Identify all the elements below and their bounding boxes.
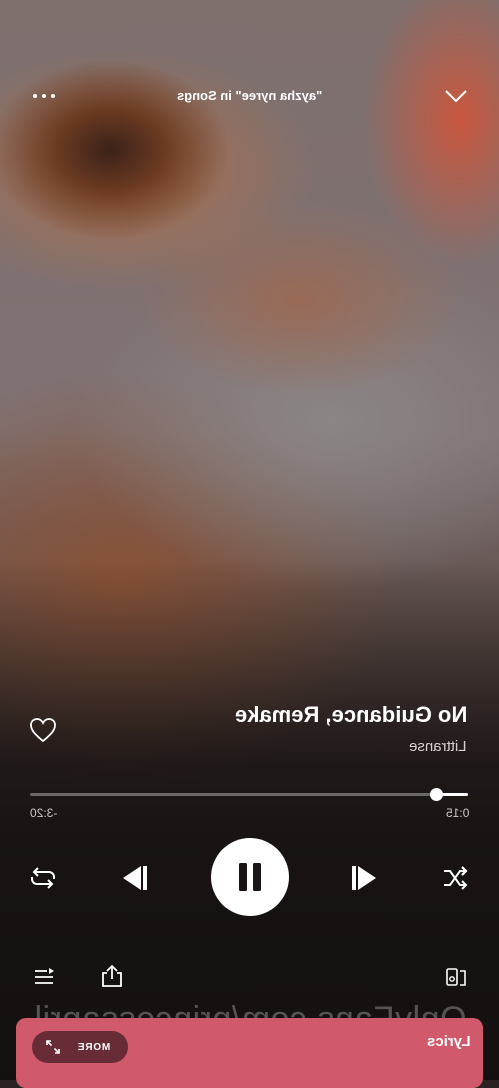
playing-context-title: "ayzha nyree" in Songs (176, 88, 323, 103)
more-label: MORE (76, 1041, 110, 1053)
share-icon (102, 964, 122, 987)
pause-button[interactable] (211, 838, 289, 916)
progress-bar[interactable] (30, 788, 468, 801)
heart-icon (30, 718, 56, 743)
pause-icon (239, 863, 261, 891)
connect-device-icon (446, 968, 466, 986)
elapsed-time: 0:15 (445, 806, 469, 820)
next-icon (352, 866, 376, 890)
connect-device-button[interactable] (442, 964, 470, 990)
queue-button[interactable] (30, 964, 58, 990)
remaining-time: -3:20 (30, 806, 58, 820)
chevron-down-icon (445, 90, 467, 103)
song-title: No Guidance, Remake (234, 702, 467, 727)
artist-name[interactable]: Littranse (409, 738, 467, 755)
previous-icon (123, 866, 147, 890)
like-button[interactable] (26, 714, 60, 746)
previous-button[interactable] (112, 857, 156, 899)
lyrics-more-button[interactable]: MORE (32, 1031, 128, 1063)
shuffle-icon (444, 866, 468, 890)
collapse-button[interactable] (440, 82, 472, 110)
queue-icon (35, 968, 54, 984)
shuffle-button[interactable] (438, 862, 472, 894)
next-button[interactable] (343, 857, 387, 899)
repeat-button[interactable] (26, 862, 60, 894)
repeat-icon (31, 867, 55, 889)
lyrics-title: Lyrics (427, 1033, 471, 1050)
expand-icon (46, 1040, 60, 1054)
share-button[interactable] (98, 962, 126, 990)
progress-handle[interactable] (430, 788, 443, 801)
